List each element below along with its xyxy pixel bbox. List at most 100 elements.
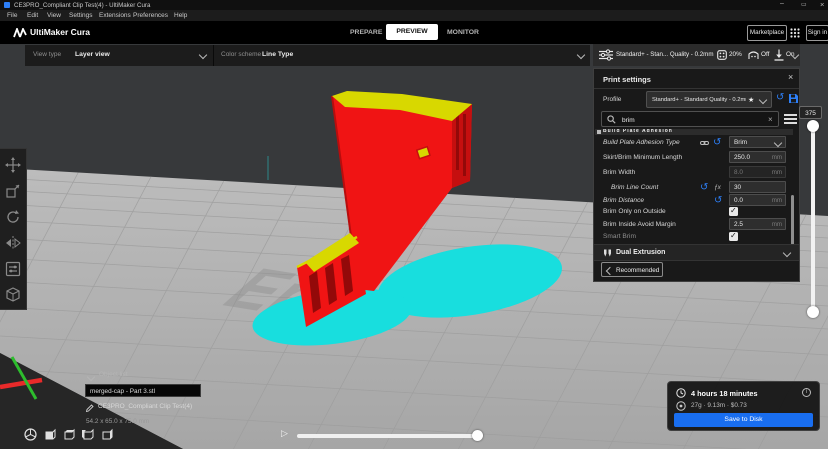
close-panel-button[interactable]: × bbox=[788, 72, 793, 82]
setting-checkbox[interactable]: ✓ bbox=[729, 232, 738, 241]
check-icon: ✓ bbox=[730, 206, 737, 215]
project-name: CE3PRO_Compliant Clip Test(4) bbox=[98, 403, 192, 410]
object-list-label: Object list bbox=[99, 371, 128, 378]
view-front-icon[interactable] bbox=[43, 428, 56, 441]
recommended-button[interactable]: Recommended bbox=[601, 262, 663, 277]
menu-edit[interactable]: Edit bbox=[27, 12, 38, 19]
adhesion-type-select[interactable]: Brim bbox=[729, 136, 786, 148]
setting-row: Brim Inside Avoid Margin 2.5 mm bbox=[594, 218, 792, 231]
view-top-icon[interactable] bbox=[62, 428, 75, 441]
profile-dropdown[interactable]: Standard+ - Standard Quality - 0.2mm ★ bbox=[646, 91, 772, 108]
color-scheme-dropdown[interactable]: Color scheme Line Type bbox=[214, 45, 590, 66]
menu-settings[interactable]: Settings bbox=[69, 12, 93, 19]
view-left-icon[interactable] bbox=[81, 428, 94, 441]
app-icon bbox=[4, 2, 10, 8]
sign-in-button[interactable]: Sign in bbox=[806, 25, 828, 41]
tab-monitor[interactable]: MONITOR bbox=[447, 29, 479, 36]
setting-label: Build Plate Adhesion Type bbox=[603, 139, 680, 146]
input-unit: mm bbox=[772, 197, 782, 204]
input-unit: mm bbox=[772, 154, 782, 161]
path-slider-handle[interactable] bbox=[472, 430, 483, 441]
fx-formula-icon[interactable]: ƒx bbox=[714, 184, 721, 191]
marketplace-button[interactable]: Marketplace bbox=[747, 25, 787, 41]
rotate-tool-icon[interactable] bbox=[5, 209, 21, 225]
reset-profile-icon[interactable]: ↺ bbox=[776, 93, 784, 103]
setting-label: Brim Inside Avoid Margin bbox=[603, 221, 676, 228]
view-type-value: Layer view bbox=[75, 51, 110, 58]
layer-slider-track[interactable] bbox=[811, 124, 815, 314]
reset-setting-icon[interactable]: ↺ bbox=[714, 196, 722, 206]
chevron-down-icon bbox=[783, 249, 791, 257]
view-3d-icon[interactable] bbox=[24, 428, 37, 441]
tab-preview[interactable]: PREVIEW bbox=[386, 24, 438, 40]
maximize-button[interactable]: ▭ bbox=[801, 1, 807, 8]
tab-prepare[interactable]: PREPARE bbox=[350, 29, 382, 36]
category-label: Build Plate Adhesion bbox=[603, 129, 673, 134]
per-model-settings-icon[interactable] bbox=[5, 261, 21, 277]
menu-help[interactable]: Help bbox=[174, 12, 187, 19]
link-icon bbox=[700, 139, 709, 147]
mirror-tool-icon[interactable] bbox=[5, 235, 21, 251]
menu-extensions[interactable]: Extensions bbox=[99, 12, 131, 19]
view-type-dropdown[interactable]: View type Layer view bbox=[25, 45, 213, 66]
input-value: 30 bbox=[734, 184, 741, 191]
settings-scrollbar[interactable] bbox=[791, 195, 794, 245]
setting-row: Brim Width 8.0 mm bbox=[594, 166, 792, 180]
reset-setting-icon[interactable]: ↺ bbox=[713, 138, 721, 148]
summary-profile-text: Standard+ - Stan... Quality - 0.2mm bbox=[616, 51, 714, 58]
setting-row: Smart Brim ✓ bbox=[594, 231, 792, 243]
category-icon bbox=[597, 130, 601, 134]
view-type-label: View type bbox=[33, 51, 61, 58]
search-input[interactable] bbox=[620, 113, 754, 127]
category-build-plate-adhesion[interactable]: Build Plate Adhesion bbox=[595, 129, 793, 135]
color-scheme-label: Color scheme bbox=[221, 51, 261, 58]
save-profile-icon[interactable] bbox=[788, 93, 799, 104]
layer-slider-top-handle[interactable] bbox=[807, 120, 819, 132]
setting-input[interactable]: 2.5 mm bbox=[729, 218, 786, 230]
setting-label: Skirt/Brim Minimum Length bbox=[603, 154, 682, 161]
category-dual-extrusion[interactable]: Dual Extrusion bbox=[594, 244, 799, 261]
reset-setting-icon[interactable]: ↺ bbox=[700, 183, 708, 193]
setting-input[interactable]: 30 bbox=[729, 181, 786, 193]
input-value: 2.5 bbox=[734, 221, 743, 228]
save-to-disk-button[interactable]: Save to Disk bbox=[674, 413, 813, 427]
move-tool-icon[interactable] bbox=[5, 157, 21, 173]
object-list-item-selected[interactable]: merged-cap - Part 3.stl bbox=[85, 384, 201, 397]
menu-file[interactable]: File bbox=[7, 12, 17, 19]
print-settings-summary-bar[interactable]: Standard+ - Stan... Quality - 0.2mm 20% … bbox=[593, 44, 800, 66]
window-title: CE3PRO_Compliant Clip Test(4) - UltiMake… bbox=[14, 2, 150, 9]
settings-menu-icon[interactable] bbox=[784, 114, 797, 124]
close-window-button[interactable]: × bbox=[820, 0, 824, 9]
support-value: Off bbox=[761, 51, 769, 58]
apps-grid-icon[interactable] bbox=[790, 28, 800, 38]
infill-icon bbox=[717, 50, 727, 60]
print-settings-title: Print settings bbox=[603, 75, 651, 84]
setting-input[interactable]: 250.0 mm bbox=[729, 151, 786, 163]
print-settings-panel: Print settings × Profile Standard+ - Sta… bbox=[593, 68, 800, 282]
color-scheme-value: Line Type bbox=[262, 51, 293, 58]
scale-tool-icon[interactable] bbox=[5, 183, 21, 199]
settings-search-box[interactable]: × bbox=[601, 111, 779, 127]
material-stats: 27g · 9.13m · $0.73 bbox=[691, 402, 747, 409]
dual-extrusion-icon bbox=[603, 249, 612, 257]
menu-view[interactable]: View bbox=[47, 12, 61, 19]
setting-row: Brim Line Count ↺ ƒx 30 bbox=[594, 181, 792, 195]
dual-extrusion-label: Dual Extrusion bbox=[616, 249, 665, 256]
clear-search-icon[interactable]: × bbox=[768, 115, 773, 124]
info-icon[interactable]: i bbox=[802, 388, 811, 397]
title-bar: CE3PRO_Compliant Clip Test(4) - UltiMake… bbox=[0, 0, 828, 10]
minimize-button[interactable]: – bbox=[780, 0, 784, 7]
brand-name: UltiMaker Cura bbox=[30, 27, 90, 37]
view-right-icon[interactable] bbox=[100, 428, 113, 441]
layer-slider-bottom-handle[interactable] bbox=[807, 306, 819, 318]
play-button[interactable]: ▷ bbox=[281, 428, 288, 439]
setting-row: Brim Only on Outside ✓ bbox=[594, 206, 792, 218]
support-blocker-icon[interactable] bbox=[5, 287, 21, 303]
support-icon bbox=[748, 50, 759, 60]
path-slider-track[interactable] bbox=[297, 434, 483, 438]
setting-checkbox[interactable]: ✓ bbox=[729, 207, 738, 216]
setting-label: Brim Width bbox=[603, 169, 635, 176]
model-dimensions: 54.2 x 65.0 x 75.0 mm bbox=[86, 418, 149, 425]
setting-input[interactable]: 0.0 mm bbox=[729, 194, 786, 206]
menu-preferences[interactable]: Preferences bbox=[133, 12, 168, 19]
